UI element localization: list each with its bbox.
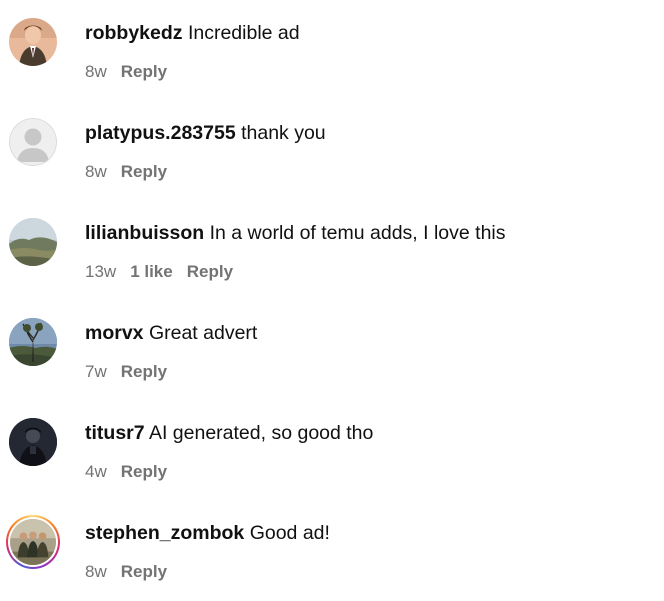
comment-username[interactable]: morvx bbox=[85, 322, 144, 344]
tree-photo-avatar-icon bbox=[9, 318, 57, 366]
comment-text: In a world of temu adds, I love this bbox=[209, 222, 506, 244]
comment-line: stephen_zombok Good ad! bbox=[85, 520, 330, 546]
comment-username[interactable]: titusr7 bbox=[85, 422, 145, 444]
comment-text: Incredible ad bbox=[187, 22, 300, 44]
avatar[interactable] bbox=[9, 18, 57, 66]
avatar[interactable] bbox=[9, 418, 57, 466]
story-avatar[interactable] bbox=[6, 515, 60, 569]
person-photo-avatar-icon bbox=[9, 18, 57, 66]
comment-text: Good ad! bbox=[249, 522, 330, 544]
avatar[interactable] bbox=[9, 218, 57, 266]
landscape-photo-avatar-icon bbox=[9, 218, 57, 266]
comment-timestamp[interactable]: 8w bbox=[85, 562, 107, 581]
comment-item: titusr7 AI generated, so good tho 4w Repl… bbox=[0, 400, 664, 500]
comment-text: Great advert bbox=[148, 322, 258, 344]
dark-figure-avatar-icon bbox=[9, 418, 57, 466]
avatar[interactable] bbox=[9, 318, 57, 366]
comment-line: robbykedz Incredible ad bbox=[85, 20, 300, 46]
comment-meta: 8w Reply bbox=[85, 160, 167, 184]
default-user-avatar-icon bbox=[9, 118, 57, 166]
comment-line: lilianbuisson In a world of temu adds, I… bbox=[85, 220, 506, 246]
group-photo-story-avatar-icon bbox=[10, 519, 56, 565]
comment-text: thank you bbox=[241, 122, 326, 144]
comment-timestamp[interactable]: 4w bbox=[85, 462, 107, 481]
reply-button[interactable]: Reply bbox=[121, 162, 167, 181]
reply-button[interactable]: Reply bbox=[121, 462, 167, 481]
story-ring-inner bbox=[8, 517, 58, 567]
comment-timestamp[interactable]: 8w bbox=[85, 162, 107, 181]
comment-line: morvx Great advert bbox=[85, 320, 257, 346]
reply-button[interactable]: Reply bbox=[121, 62, 167, 81]
reply-button[interactable]: Reply bbox=[187, 262, 233, 281]
comment-list: robbykedz Incredible ad 8w Reply platypus… bbox=[0, 0, 664, 601]
avatar[interactable] bbox=[9, 118, 57, 166]
comment-likes[interactable]: 1 like bbox=[130, 262, 173, 281]
comment-line: titusr7 AI generated, so good tho bbox=[85, 420, 373, 446]
comment-timestamp[interactable]: 8w bbox=[85, 62, 107, 81]
comment-timestamp[interactable]: 7w bbox=[85, 362, 107, 381]
comment-username[interactable]: robbykedz bbox=[85, 22, 183, 44]
reply-button[interactable]: Reply bbox=[121, 362, 167, 381]
reply-button[interactable]: Reply bbox=[121, 562, 167, 581]
comment-meta: 8w Reply bbox=[85, 60, 167, 84]
comment-meta: 4w Reply bbox=[85, 460, 167, 484]
comment-meta: 13w 1 like Reply bbox=[85, 260, 233, 284]
comment-text: AI generated, so good tho bbox=[148, 422, 374, 444]
comment-meta: 7w Reply bbox=[85, 360, 167, 384]
comment-line: platypus.283755 thank you bbox=[85, 120, 326, 146]
comment-username[interactable]: lilianbuisson bbox=[85, 222, 204, 244]
comment-username[interactable]: platypus.283755 bbox=[85, 122, 236, 144]
comment-item: robbykedz Incredible ad 8w Reply bbox=[0, 0, 664, 100]
comment-username[interactable]: stephen_zombok bbox=[85, 522, 244, 544]
comment-meta: 8w Reply bbox=[85, 560, 167, 584]
comment-timestamp[interactable]: 13w bbox=[85, 262, 116, 281]
comment-item: stephen_zombok Good ad! 8w Reply bbox=[0, 500, 664, 600]
comment-item: morvx Great advert 7w Reply bbox=[0, 300, 664, 400]
comment-item: platypus.283755 thank you 8w Reply bbox=[0, 100, 664, 200]
comment-item: lilianbuisson In a world of temu adds, I… bbox=[0, 200, 664, 300]
